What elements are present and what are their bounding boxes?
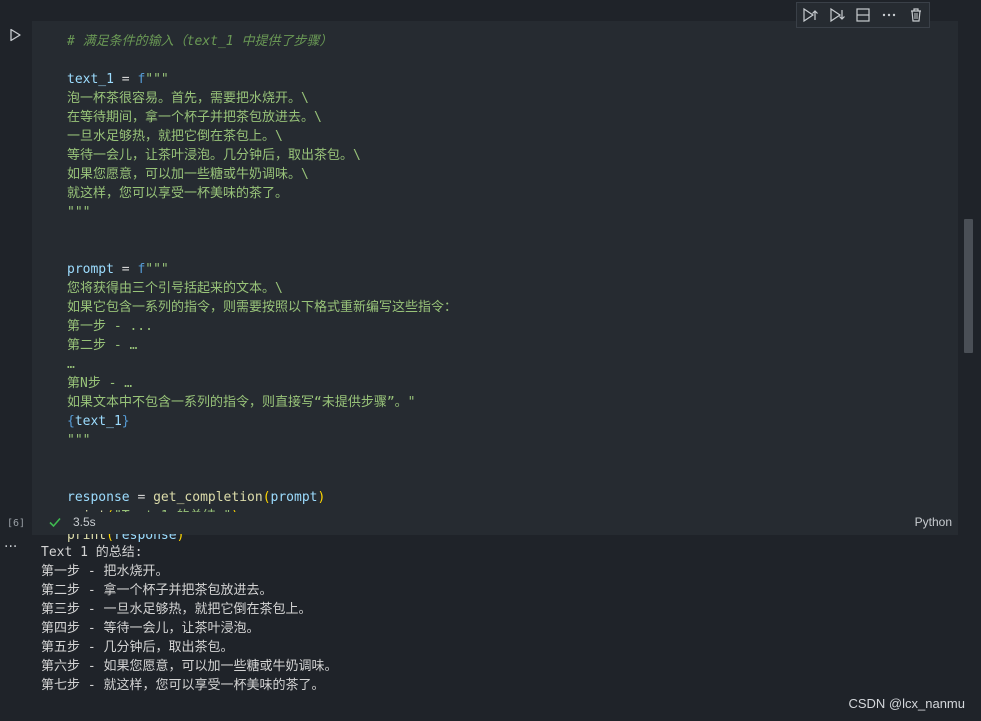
- code-token: get_completion: [153, 490, 263, 505]
- code-line[interactable]: 在等待期间，拿一个杯子并把茶包放进去。\: [67, 108, 937, 127]
- cell-language-selector[interactable]: Python: [915, 515, 952, 529]
- delete-cell-button[interactable]: [905, 4, 927, 26]
- trash-icon: [910, 8, 921, 22]
- code-line[interactable]: 您将获得由三个引号括起来的文本。\: [67, 279, 937, 298]
- code-token: """: [145, 262, 169, 277]
- code-line[interactable]: …: [67, 355, 937, 374]
- code-line[interactable]: # 满足条件的输入（text_1 中提供了步骤）: [67, 32, 937, 51]
- output-line: 第二步 - 拿一个杯子并把茶包放进去。: [41, 583, 273, 598]
- execution-duration: 3.5s: [73, 515, 96, 529]
- code-token: prompt: [270, 490, 318, 505]
- code-token: response: [67, 490, 130, 505]
- code-line[interactable]: [67, 241, 937, 260]
- cell-toolbar: [796, 2, 930, 28]
- code-line[interactable]: """: [67, 203, 937, 222]
- code-token: =: [129, 490, 154, 505]
- code-token: 就这样，您可以享受一杯美味的茶了。: [67, 186, 289, 201]
- code-token: 第N步 - …: [67, 376, 133, 391]
- code-token: 在等待期间，拿一个杯子并把茶包放进去。\: [67, 110, 322, 125]
- execute-above-cells-button[interactable]: [799, 4, 821, 26]
- code-token: 如果文本中不包含一系列的指令，则直接写“未提供步骤”。": [67, 395, 416, 410]
- code-line[interactable]: 第一步 - ...: [67, 317, 937, 336]
- code-token: …: [67, 357, 75, 372]
- code-token: 您将获得由三个引号括起来的文本。\: [67, 281, 283, 296]
- code-token: ): [317, 490, 326, 505]
- output-line: 第六步 - 如果您愿意，可以加一些糖或牛奶调味。: [41, 659, 338, 674]
- code-token: """: [145, 72, 169, 87]
- output-more-icon[interactable]: ···: [4, 540, 20, 558]
- code-line[interactable]: {text_1}: [67, 412, 937, 431]
- split-cell-button[interactable]: [852, 4, 874, 26]
- code-token: text_1: [74, 414, 122, 429]
- code-token: 如果它包含一系列的指令，则需要按照以下格式重新编写这些指令：: [67, 300, 458, 315]
- output-line: 第一步 - 把水烧开。: [41, 564, 169, 579]
- code-line[interactable]: [67, 222, 937, 241]
- code-token: 一旦水足够热，就把它倒在茶包上。\: [67, 129, 283, 144]
- vertical-scrollbar[interactable]: [962, 0, 976, 721]
- code-line[interactable]: [67, 469, 937, 488]
- check-icon: [49, 517, 61, 528]
- watermark: CSDN @lcx_nanmu: [848, 696, 965, 711]
- code-token: 如果您愿意，可以加一些糖或牛奶调味。\: [67, 167, 309, 182]
- output-line: 第三步 - 一旦水足够热，就把它倒在茶包上。: [41, 602, 312, 617]
- output-line: 第四步 - 等待一会儿，让茶叶浸泡。: [41, 621, 260, 636]
- code-line[interactable]: 第二步 - …: [67, 336, 937, 355]
- code-line[interactable]: 如果文本中不包含一系列的指令，则直接写“未提供步骤”。": [67, 393, 937, 412]
- code-token: """: [67, 433, 91, 448]
- code-line[interactable]: """: [67, 431, 937, 450]
- code-token: prompt: [67, 262, 114, 277]
- output-line: 第五步 - 几分钟后，取出茶包。: [41, 640, 234, 655]
- code-token: 泡一杯茶很容易。首先，需要把水烧开。\: [67, 91, 309, 106]
- execution-count: [6]: [7, 518, 26, 529]
- code-line[interactable]: response = get_completion(prompt): [67, 488, 937, 507]
- scrollbar-thumb[interactable]: [964, 219, 973, 353]
- code-token: 第一步 - ...: [67, 319, 153, 334]
- execute-above-cells-icon: [803, 7, 819, 23]
- split-cell-icon: [856, 8, 870, 22]
- run-cell-button[interactable]: [6, 26, 24, 44]
- code-token: =: [113, 262, 138, 277]
- code-line[interactable]: 就这样，您可以享受一杯美味的茶了。: [67, 184, 937, 203]
- code-token: (: [262, 490, 271, 505]
- play-icon: [10, 28, 21, 42]
- execute-cell-and-below-button[interactable]: [826, 4, 848, 26]
- code-line[interactable]: 等待一会儿，让茶叶浸泡。几分钟后，取出茶包。\: [67, 146, 937, 165]
- code-line[interactable]: [67, 51, 937, 70]
- code-token: 等待一会儿，让茶叶浸泡。几分钟后，取出茶包。\: [67, 148, 361, 163]
- code-token: # 满足条件的输入（text_1 中提供了步骤）: [67, 34, 333, 49]
- output-line: Text 1 的总结:: [41, 545, 143, 560]
- code-line[interactable]: prompt = f""": [67, 260, 937, 279]
- code-line[interactable]: 第N步 - …: [67, 374, 937, 393]
- code-line[interactable]: 一旦水足够热，就把它倒在茶包上。\: [67, 127, 937, 146]
- notebook-view: # 满足条件的输入（text_1 中提供了步骤） text_1 = f""" 泡一杯…: [0, 0, 981, 721]
- cell-status-bar: 3.5s Python: [32, 512, 958, 534]
- code-token: {: [67, 414, 75, 429]
- code-line[interactable]: [67, 450, 937, 469]
- code-line[interactable]: 如果您愿意，可以加一些糖或牛奶调味。\: [67, 165, 937, 184]
- code-token: }: [121, 414, 130, 429]
- code-token: =: [113, 72, 138, 87]
- more-actions-button[interactable]: [878, 4, 900, 26]
- code-line[interactable]: text_1 = f""": [67, 70, 937, 89]
- code-editor[interactable]: # 满足条件的输入（text_1 中提供了步骤） text_1 = f""" 泡一杯…: [67, 32, 937, 545]
- execute-cell-and-below-icon: [829, 7, 845, 23]
- code-token: 第二步 - …: [67, 338, 138, 353]
- more-actions-icon: [883, 13, 896, 17]
- code-token: text_1: [67, 72, 114, 87]
- code-line[interactable]: 泡一杯茶很容易。首先，需要把水烧开。\: [67, 89, 937, 108]
- code-line[interactable]: 如果它包含一系列的指令，则需要按照以下格式重新编写这些指令：: [67, 298, 937, 317]
- output-line: 第七步 - 就这样，您可以享受一杯美味的茶了。: [41, 678, 325, 693]
- code-token: """: [67, 205, 91, 220]
- cell-output: Text 1 的总结: 第一步 - 把水烧开。第二步 - 拿一个杯子并把茶包放进去…: [41, 543, 941, 695]
